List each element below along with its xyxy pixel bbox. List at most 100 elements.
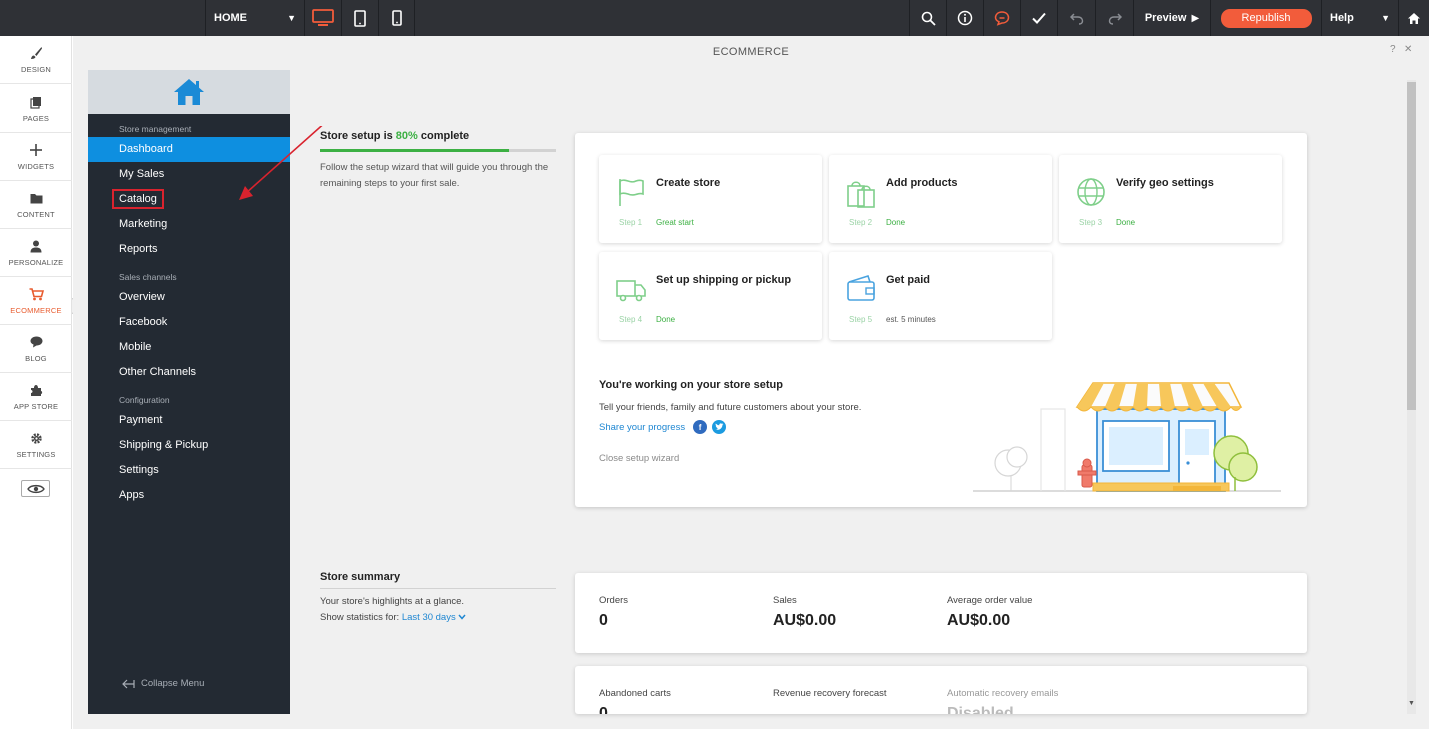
comments-button[interactable]	[983, 0, 1020, 36]
vertical-scrollbar[interactable]	[1407, 80, 1416, 714]
nav-section-store-management: Store management	[119, 124, 192, 134]
divider	[320, 588, 556, 589]
nav-label: Dashboard	[119, 143, 173, 155]
search-button[interactable]	[909, 0, 946, 36]
wallet-icon	[847, 275, 875, 301]
rail-label: APP STORE	[13, 402, 59, 411]
step-name: Set up shipping or pickup	[656, 274, 792, 286]
share-progress-link[interactable]: Share your progress	[599, 422, 685, 433]
step-status: Done	[1116, 218, 1136, 227]
rail-label: CONTENT	[17, 210, 55, 219]
step-card-create-store[interactable]: Create store Step 1 Great start	[599, 155, 822, 243]
rail-personalize[interactable]: PERSONALIZE	[0, 229, 72, 277]
canvas-title: ECOMMERCE	[712, 46, 790, 58]
flag-icon	[619, 179, 644, 206]
rail-app-store[interactable]: APP STORE	[0, 373, 72, 421]
facebook-icon[interactable]: f	[693, 420, 708, 434]
rail-blog[interactable]: BLOG	[0, 325, 72, 373]
step-card-add-products[interactable]: Add products Step 2 Done	[829, 155, 1052, 243]
metric-label: Orders	[599, 595, 629, 606]
redo-button[interactable]	[1095, 0, 1133, 36]
metric-value: 0	[599, 705, 608, 714]
rail-label: SETTINGS	[16, 450, 56, 459]
tablet-view-button[interactable]	[341, 0, 378, 36]
stats-for-label: Show statistics for:	[320, 612, 402, 623]
nav-item-settings[interactable]: Settings	[88, 458, 290, 483]
rail-design[interactable]: DESIGN	[0, 36, 72, 84]
close-setup-wizard-link[interactable]: Close setup wizard	[599, 453, 679, 464]
nav-section-sales-channels: Sales channels	[119, 272, 177, 282]
eye-icon	[26, 484, 45, 493]
rail-settings[interactable]: SETTINGS	[0, 421, 72, 469]
republish-button[interactable]: Republish	[1220, 8, 1312, 28]
step-status: Done	[886, 218, 906, 227]
storefront-illustration	[973, 382, 1281, 492]
page-select-dropdown[interactable]: HOME ▼	[205, 0, 304, 36]
stats-range-row: Show statistics for: Last 30 days	[320, 610, 466, 626]
ecommerce-side-nav: Store management Dashboard My Sales Cata…	[88, 70, 290, 714]
stats-range-dropdown[interactable]: Last 30 days	[402, 612, 467, 623]
help-dropdown[interactable]: Help ▼	[1321, 0, 1398, 36]
undo-button[interactable]	[1057, 0, 1095, 36]
chat-icon	[994, 11, 1010, 26]
info-button[interactable]	[946, 0, 983, 36]
scrollbar-thumb[interactable]	[1407, 82, 1416, 410]
preview-eye-button[interactable]	[21, 480, 50, 497]
nav-item-my-sales[interactable]: My Sales	[88, 162, 290, 187]
collapse-menu-button[interactable]: Collapse Menu	[122, 678, 204, 689]
store-summary-title: Store summary	[320, 571, 401, 583]
rail-ecommerce[interactable]: ECOMMERCE	[0, 277, 72, 325]
metric-label: Automatic recovery emails	[947, 688, 1059, 699]
step-number: Step 3	[1079, 218, 1103, 227]
desktop-view-button[interactable]	[304, 0, 341, 36]
left-icon-rail: DESIGN PAGES WIDGETS CONTENT PERSONALIZE…	[0, 36, 80, 729]
metric-abandoned-carts: Abandoned carts 0	[599, 688, 671, 714]
check-button[interactable]	[1020, 0, 1057, 36]
nav-label: Mobile	[119, 341, 152, 353]
checkmark-icon	[1032, 12, 1046, 24]
metrics-card-recovery: Abandoned carts 0 Revenue recovery forec…	[575, 666, 1307, 714]
close-icon[interactable]: ✕	[1404, 44, 1412, 55]
nav-item-reports[interactable]: Reports	[88, 237, 290, 262]
step-card-get-paid[interactable]: Get paid Step 5 est. 5 minutes	[829, 252, 1052, 340]
help-icon[interactable]: ?	[1390, 44, 1396, 55]
editor-canvas: ECOMMERCE ? ✕ Store management Dashboard…	[73, 36, 1429, 729]
preview-button[interactable]: Preview ▶	[1133, 0, 1210, 36]
nav-item-dashboard[interactable]: Dashboard	[88, 137, 290, 162]
tablet-icon	[354, 9, 366, 27]
nav-item-overview[interactable]: Overview	[88, 285, 290, 310]
twitter-icon[interactable]	[712, 420, 727, 434]
page-select-value: HOME	[214, 12, 247, 24]
rail-widgets[interactable]: WIDGETS	[0, 133, 72, 181]
dashboard-home-button[interactable]	[1398, 0, 1429, 36]
rail-label: PAGES	[22, 114, 50, 123]
step-card-verify-geo[interactable]: Verify geo settings Step 3 Done	[1059, 155, 1282, 243]
rail-label: DESIGN	[21, 65, 51, 74]
shopping-bag-icon	[847, 181, 875, 208]
nav-item-apps[interactable]: Apps	[88, 483, 290, 508]
undo-icon	[1069, 12, 1083, 25]
metric-value: 0	[599, 612, 608, 629]
nav-item-shipping-pickup[interactable]: Shipping & Pickup	[88, 433, 290, 458]
gear-icon	[30, 430, 43, 446]
nav-item-other-channels[interactable]: Other Channels	[88, 360, 290, 385]
step-name: Verify geo settings	[1116, 177, 1214, 189]
play-icon: ▶	[1191, 12, 1200, 24]
nav-item-catalog[interactable]: Catalog	[88, 187, 290, 212]
mobile-view-button[interactable]	[378, 0, 415, 36]
step-card-shipping[interactable]: Set up shipping or pickup Step 4 Done	[599, 252, 822, 340]
rail-content[interactable]: CONTENT	[0, 181, 72, 229]
chevron-down-icon: ▼	[287, 13, 296, 23]
nav-item-facebook[interactable]: Facebook	[88, 310, 290, 335]
nav-item-payment[interactable]: Payment	[88, 408, 290, 433]
nav-label: Marketing	[119, 218, 168, 230]
scroll-down-arrow-icon[interactable]: ▼	[1407, 700, 1416, 710]
nav-label: Catalog	[112, 189, 164, 209]
metric-recovery-emails: Automatic recovery emails Disabled	[947, 688, 1058, 714]
step-status: est. 5 minutes	[886, 315, 936, 324]
rail-pages[interactable]: PAGES	[0, 85, 72, 133]
setup-progress-bar	[320, 149, 556, 152]
step-name: Get paid	[886, 274, 931, 286]
nav-item-marketing[interactable]: Marketing	[88, 212, 290, 237]
nav-item-mobile[interactable]: Mobile	[88, 335, 290, 360]
